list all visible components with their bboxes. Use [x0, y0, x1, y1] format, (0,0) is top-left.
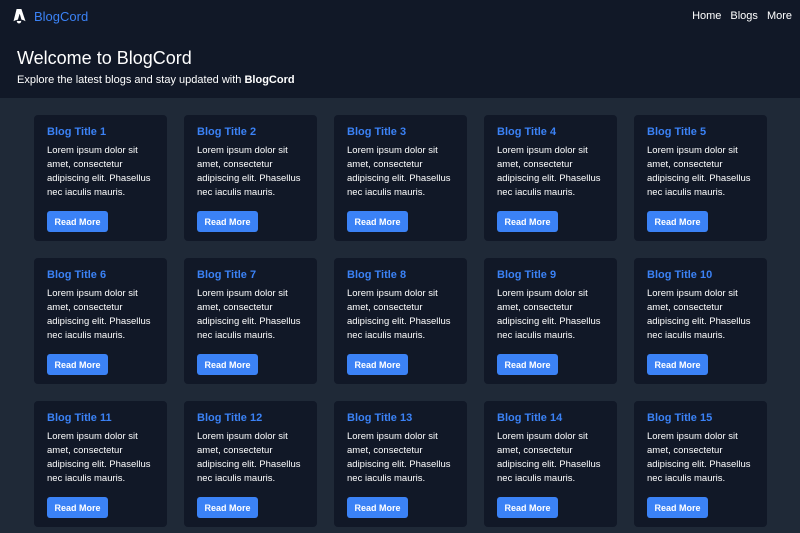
brand-name: BlogCord	[34, 8, 89, 24]
nav-link-home[interactable]: Home	[692, 10, 721, 22]
page-subtitle: Explore the latest blogs and stay update…	[17, 74, 783, 87]
blog-card-title[interactable]: Blog Title 1	[47, 126, 154, 139]
blog-card: Blog Title 14 Lorem ipsum dolor sit amet,…	[484, 401, 617, 527]
blog-card-title[interactable]: Blog Title 9	[497, 269, 604, 282]
hero: Welcome to BlogCord Explore the latest b…	[0, 32, 800, 87]
blog-card: Blog Title 10 Lorem ipsum dolor sit amet,…	[634, 258, 767, 384]
blog-card-excerpt: Lorem ipsum dolor sit amet, consectetur …	[347, 431, 451, 484]
subtitle-brand: BlogCord	[244, 74, 295, 86]
blog-card-title[interactable]: Blog Title 13	[347, 412, 454, 425]
blog-card-excerpt: Lorem ipsum dolor sit amet, consectetur …	[347, 145, 451, 198]
blog-card-title[interactable]: Blog Title 3	[347, 126, 454, 139]
read-more-button[interactable]: Read More	[347, 497, 408, 518]
astro-logo-icon	[12, 8, 26, 24]
read-more-button[interactable]: Read More	[647, 354, 708, 375]
nav-link-more[interactable]: More	[767, 10, 792, 22]
blog-card: Blog Title 15 Lorem ipsum dolor sit amet,…	[634, 401, 767, 527]
blog-card-excerpt: Lorem ipsum dolor sit amet, consectetur …	[47, 288, 151, 341]
blog-card-title[interactable]: Blog Title 11	[47, 412, 154, 425]
read-more-button[interactable]: Read More	[497, 211, 558, 232]
blog-card: Blog Title 9 Lorem ipsum dolor sit amet, …	[484, 258, 617, 384]
blog-card-title[interactable]: Blog Title 7	[197, 269, 304, 282]
blog-card: Blog Title 7 Lorem ipsum dolor sit amet, …	[184, 258, 317, 384]
blog-card: Blog Title 8 Lorem ipsum dolor sit amet, …	[334, 258, 467, 384]
blog-card-excerpt: Lorem ipsum dolor sit amet, consectetur …	[197, 145, 301, 198]
read-more-button[interactable]: Read More	[647, 497, 708, 518]
blog-card-excerpt: Lorem ipsum dolor sit amet, consectetur …	[47, 145, 151, 198]
navbar: BlogCord Home Blogs More	[0, 0, 800, 32]
blog-card: Blog Title 3 Lorem ipsum dolor sit amet, …	[334, 115, 467, 241]
blog-card: Blog Title 2 Lorem ipsum dolor sit amet, …	[184, 115, 317, 241]
blog-card-excerpt: Lorem ipsum dolor sit amet, consectetur …	[47, 431, 151, 484]
blog-card-excerpt: Lorem ipsum dolor sit amet, consectetur …	[497, 431, 601, 484]
blog-card: Blog Title 11 Lorem ipsum dolor sit amet,…	[34, 401, 167, 527]
nav-link-blogs[interactable]: Blogs	[730, 10, 758, 22]
blog-card-title[interactable]: Blog Title 8	[347, 269, 454, 282]
blog-card-excerpt: Lorem ipsum dolor sit amet, consectetur …	[647, 145, 751, 198]
blog-card-excerpt: Lorem ipsum dolor sit amet, consectetur …	[647, 288, 751, 341]
read-more-button[interactable]: Read More	[47, 354, 108, 375]
read-more-button[interactable]: Read More	[197, 497, 258, 518]
blog-card-excerpt: Lorem ipsum dolor sit amet, consectetur …	[197, 431, 301, 484]
blog-card-title[interactable]: Blog Title 15	[647, 412, 754, 425]
blog-grid: Blog Title 1 Lorem ipsum dolor sit amet, …	[34, 115, 767, 527]
blog-card-title[interactable]: Blog Title 14	[497, 412, 604, 425]
read-more-button[interactable]: Read More	[347, 354, 408, 375]
blog-card-excerpt: Lorem ipsum dolor sit amet, consectetur …	[647, 431, 751, 484]
blog-card: Blog Title 4 Lorem ipsum dolor sit amet, …	[484, 115, 617, 241]
blog-card-title[interactable]: Blog Title 12	[197, 412, 304, 425]
blog-card-title[interactable]: Blog Title 10	[647, 269, 754, 282]
read-more-button[interactable]: Read More	[497, 497, 558, 518]
blog-card: Blog Title 5 Lorem ipsum dolor sit amet, …	[634, 115, 767, 241]
read-more-button[interactable]: Read More	[347, 211, 408, 232]
blog-card: Blog Title 1 Lorem ipsum dolor sit amet, …	[34, 115, 167, 241]
blog-card: Blog Title 13 Lorem ipsum dolor sit amet,…	[334, 401, 467, 527]
blog-card-title[interactable]: Blog Title 2	[197, 126, 304, 139]
site-header: BlogCord Home Blogs More Welcome to Blog…	[0, 0, 800, 98]
blog-card-excerpt: Lorem ipsum dolor sit amet, consectetur …	[197, 288, 301, 341]
blog-card-excerpt: Lorem ipsum dolor sit amet, consectetur …	[497, 288, 601, 341]
blog-card-title[interactable]: Blog Title 5	[647, 126, 754, 139]
read-more-button[interactable]: Read More	[497, 354, 558, 375]
brand-link[interactable]: BlogCord	[12, 8, 88, 24]
read-more-button[interactable]: Read More	[197, 354, 258, 375]
subtitle-text: Explore the latest blogs and stay update…	[17, 74, 245, 86]
blog-card-excerpt: Lorem ipsum dolor sit amet, consectetur …	[497, 145, 601, 198]
blog-card: Blog Title 6 Lorem ipsum dolor sit amet, …	[34, 258, 167, 384]
read-more-button[interactable]: Read More	[197, 211, 258, 232]
blog-card-title[interactable]: Blog Title 4	[497, 126, 604, 139]
nav-links: Home Blogs More	[692, 10, 792, 22]
read-more-button[interactable]: Read More	[47, 211, 108, 232]
blog-card-title[interactable]: Blog Title 6	[47, 269, 154, 282]
blog-card: Blog Title 12 Lorem ipsum dolor sit amet,…	[184, 401, 317, 527]
read-more-button[interactable]: Read More	[647, 211, 708, 232]
page-title: Welcome to BlogCord	[17, 48, 192, 68]
read-more-button[interactable]: Read More	[47, 497, 108, 518]
blog-card-excerpt: Lorem ipsum dolor sit amet, consectetur …	[347, 288, 451, 341]
